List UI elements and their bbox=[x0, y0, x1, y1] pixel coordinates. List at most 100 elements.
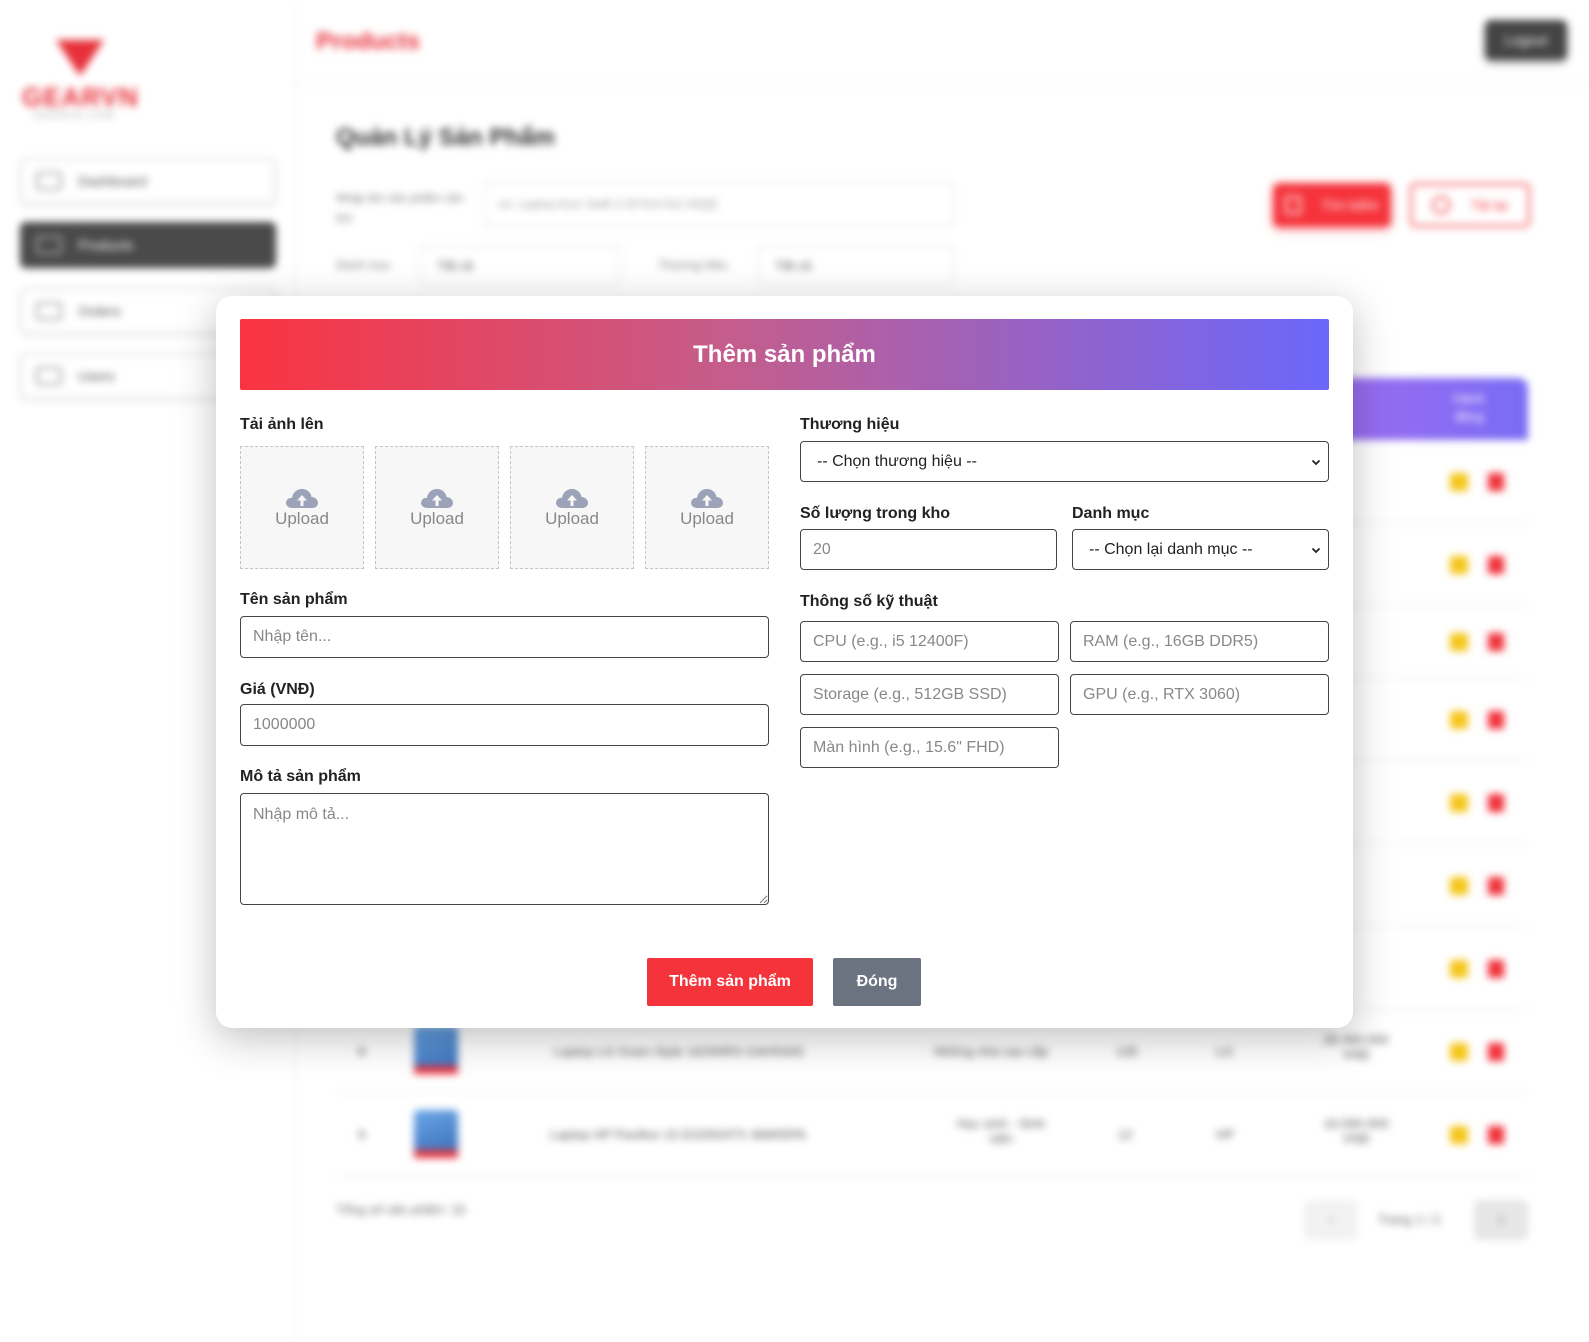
product-name-input[interactable] bbox=[240, 616, 769, 658]
gpu-input[interactable] bbox=[1070, 674, 1329, 715]
row-stock: 135 bbox=[1116, 1044, 1138, 1059]
product-thumbnail-tag bbox=[414, 1150, 458, 1158]
description-textarea[interactable] bbox=[240, 793, 769, 905]
chevron-down-icon bbox=[1311, 547, 1321, 553]
reset-button[interactable]: Tải lại bbox=[1410, 183, 1530, 227]
delete-icon[interactable] bbox=[1488, 960, 1504, 978]
refresh-icon bbox=[1432, 196, 1451, 214]
category-filter-select[interactable]: Tất cả bbox=[420, 246, 620, 286]
chevron-left-icon: ‹ bbox=[1328, 1211, 1334, 1228]
cloud-upload-icon bbox=[554, 487, 590, 508]
dashboard-icon bbox=[36, 172, 62, 190]
specs-label: Thông số kỹ thuật bbox=[800, 593, 938, 610]
brand-select-value: -- Chọn thương hiệu -- bbox=[817, 452, 977, 470]
chevron-right-icon: › bbox=[1498, 1211, 1504, 1228]
ram-input[interactable] bbox=[1070, 621, 1329, 662]
next-page-button[interactable]: › bbox=[1474, 1200, 1528, 1240]
delete-icon[interactable] bbox=[1488, 877, 1504, 895]
sidebar-item-dashboard[interactable]: Dashboard bbox=[20, 158, 276, 204]
category-select[interactable]: -- Chọn lại danh mục -- bbox=[1072, 529, 1329, 570]
modal-title: Thêm sản phẩm bbox=[240, 319, 1329, 390]
edit-icon[interactable] bbox=[1450, 1126, 1468, 1144]
edit-icon[interactable] bbox=[1450, 711, 1468, 729]
cloud-upload-icon bbox=[689, 487, 725, 508]
category-select-value: -- Chọn lại danh mục -- bbox=[1089, 540, 1253, 558]
stock-label: Số lượng trong kho bbox=[800, 505, 951, 522]
page-indicator: Trang 1 / 2 bbox=[1378, 1212, 1441, 1227]
product-thumbnail bbox=[414, 1110, 458, 1154]
orders-icon bbox=[36, 302, 62, 320]
upload-slot-2[interactable]: Upload bbox=[375, 446, 499, 569]
logo-text: GEARVN bbox=[22, 82, 139, 112]
row-divider bbox=[336, 1092, 1528, 1093]
edit-icon[interactable] bbox=[1450, 794, 1468, 812]
add-product-modal: Thêm sản phẩm Tải ảnh lên Upload Upload … bbox=[216, 296, 1353, 1028]
screen-input[interactable] bbox=[800, 727, 1059, 768]
row-index: 9 bbox=[358, 1127, 366, 1142]
reset-button-label: Tải lại bbox=[1470, 197, 1508, 213]
row-stock: 12 bbox=[1118, 1127, 1133, 1142]
row-index: 8 bbox=[358, 1044, 366, 1059]
upload-label: Tải ảnh lên bbox=[240, 416, 324, 433]
edit-icon[interactable] bbox=[1450, 877, 1468, 895]
prev-page-button[interactable]: ‹ bbox=[1304, 1200, 1358, 1240]
delete-icon[interactable] bbox=[1488, 711, 1504, 729]
edit-icon[interactable] bbox=[1450, 1043, 1468, 1061]
column-header-action: Hành động bbox=[1453, 391, 1485, 424]
cloud-upload-icon bbox=[419, 487, 455, 508]
sidebar-item-label: Users bbox=[78, 368, 115, 384]
logout-button[interactable]: Logout bbox=[1485, 20, 1567, 60]
products-icon bbox=[36, 236, 62, 254]
delete-icon[interactable] bbox=[1488, 633, 1504, 651]
upload-slot-1[interactable]: Upload bbox=[240, 446, 364, 569]
upload-slot-label: Upload bbox=[275, 508, 329, 528]
search-label: Nhập tên sản phẩm cần tìm bbox=[336, 191, 464, 225]
upload-slot-label: Upload bbox=[545, 508, 599, 528]
product-thumbnail bbox=[414, 1026, 458, 1070]
row-brand: HP bbox=[1216, 1127, 1235, 1142]
stock-input[interactable] bbox=[800, 529, 1057, 570]
price-input[interactable] bbox=[240, 704, 769, 746]
delete-icon[interactable] bbox=[1488, 473, 1504, 491]
topbar-title: Products bbox=[316, 28, 421, 55]
row-product-name: Laptop LG Gram Style 16Z90RS GAH54A5 bbox=[554, 1044, 805, 1059]
brand-filter-select[interactable]: Tất cả bbox=[758, 246, 954, 286]
brand-label: Thương hiệu bbox=[800, 416, 900, 433]
upload-slot-label: Upload bbox=[410, 508, 464, 528]
chevron-down-icon bbox=[1311, 459, 1321, 465]
search-button[interactable]: Tìm kiếm bbox=[1273, 183, 1391, 227]
users-icon bbox=[36, 367, 62, 385]
upload-slot-3[interactable]: Upload bbox=[510, 446, 634, 569]
trash-search-icon bbox=[1285, 196, 1302, 214]
row-category: Những nhà cao cấp bbox=[934, 1044, 1049, 1059]
upload-slot-4[interactable]: Upload bbox=[645, 446, 769, 569]
row-product-name: Laptop HP Pavilion 15 EG0504TX 46M05PA bbox=[550, 1127, 807, 1142]
delete-icon[interactable] bbox=[1488, 1126, 1504, 1144]
description-label: Mô tả sản phẩm bbox=[240, 768, 361, 785]
row-category: Học sinh - Sinh viên bbox=[956, 1116, 1046, 1146]
sidebar-item-label: Products bbox=[78, 237, 134, 253]
page-title: Quản Lý Sản Phẩm bbox=[336, 124, 555, 151]
storage-input[interactable] bbox=[800, 674, 1059, 715]
product-thumbnail-tag bbox=[414, 1066, 458, 1074]
sidebar-item-products[interactable]: Products bbox=[20, 222, 276, 268]
logo-mark bbox=[56, 40, 104, 76]
cpu-input[interactable] bbox=[800, 621, 1059, 662]
logo: GEARVN GEARVN.COM bbox=[22, 40, 142, 120]
edit-icon[interactable] bbox=[1450, 960, 1468, 978]
table-header: Hành động bbox=[1340, 378, 1528, 440]
row-price: 16.590.000 VNĐ bbox=[1323, 1116, 1389, 1146]
delete-icon[interactable] bbox=[1488, 794, 1504, 812]
delete-icon[interactable] bbox=[1488, 1043, 1504, 1061]
brand-select[interactable]: -- Chọn thương hiệu -- bbox=[800, 441, 1329, 482]
submit-add-product-button[interactable]: Thêm sản phẩm bbox=[647, 958, 813, 1006]
delete-icon[interactable] bbox=[1488, 556, 1504, 574]
search-input[interactable]: ex: Laptop Acer Swift 3 SF314-511-55QE bbox=[484, 182, 954, 226]
edit-icon[interactable] bbox=[1450, 473, 1468, 491]
edit-icon[interactable] bbox=[1450, 633, 1468, 651]
row-divider bbox=[336, 1175, 1528, 1176]
close-modal-button[interactable]: Đóng bbox=[833, 958, 921, 1006]
brand-filter-label: Thương hiệu bbox=[658, 258, 728, 272]
row-brand: LG bbox=[1216, 1044, 1234, 1059]
edit-icon[interactable] bbox=[1450, 556, 1468, 574]
